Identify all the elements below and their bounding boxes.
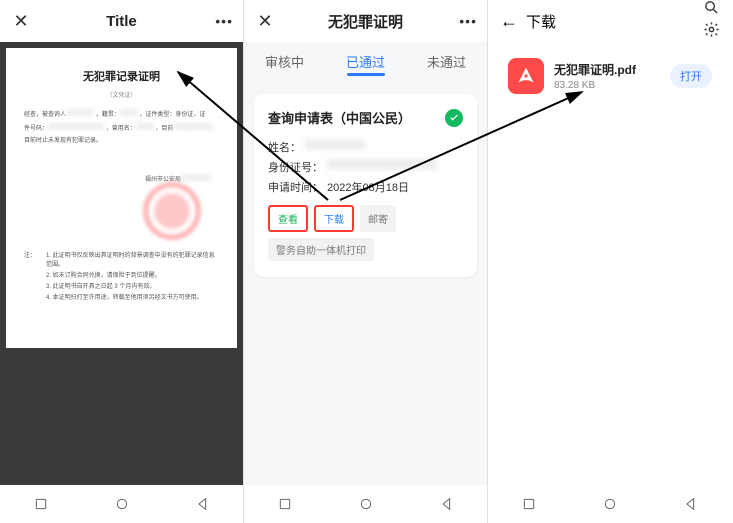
open-button[interactable]: 打开 (670, 64, 712, 88)
file-size: 83.28 KB (554, 80, 660, 91)
nav-back-icon[interactable] (438, 495, 456, 513)
doc-subtitle: （文凭证） (24, 90, 219, 99)
tab-pending[interactable]: 审核中 (244, 42, 325, 80)
phone-document-preview: ✕ Title ••• 无犯罪记录证明 （文凭证） 经查，被查询人 ，籍贯： ，… (0, 0, 244, 523)
download-button[interactable]: 下载 (314, 205, 354, 232)
header: ← 下载 (488, 0, 732, 42)
nav-bar (488, 485, 732, 523)
settings-gear-icon[interactable] (703, 21, 720, 43)
search-icon[interactable] (703, 0, 720, 21)
nav-recent-icon[interactable] (32, 495, 50, 513)
page-title: 无犯罪证明 (276, 11, 455, 32)
nav-recent-icon[interactable] (520, 495, 538, 513)
back-icon[interactable]: ← (500, 11, 518, 32)
nav-recent-icon[interactable] (276, 495, 294, 513)
download-item[interactable]: 无犯罪证明.pdf 83.28 KB 打开 (498, 48, 722, 104)
nav-bar (244, 485, 487, 523)
card-title: 查询申请表（中国公民） (268, 108, 411, 127)
document-page: 无犯罪记录证明 （文凭证） 经查，被查询人 ，籍贯： ，证件类型：身份证，证 件… (6, 48, 237, 348)
nav-back-icon[interactable] (682, 495, 700, 513)
kiosk-print-button[interactable]: 警务自助一体机打印 (268, 238, 374, 261)
check-badge-icon (445, 109, 463, 127)
page-title: Title (32, 13, 211, 30)
more-icon[interactable]: ••• (211, 13, 233, 29)
doc-body-line: 件号码： ，曾用名： ，目前 (24, 123, 219, 134)
field-id: 身份证号： (268, 159, 463, 175)
doc-body-line: 目前时止未发现有犯罪记录。 (24, 137, 219, 146)
header: ✕ 无犯罪证明 ••• (244, 0, 487, 42)
view-button[interactable]: 查看 (268, 205, 308, 232)
nav-bar (0, 485, 243, 523)
application-card: 查询申请表（中国公民） 姓名： 身份证号： 申请时间：2022年08月18日 查… (254, 94, 477, 277)
phone-certificate-app: ✕ 无犯罪证明 ••• 审核中 已通过 未通过 查询申请表（中国公民） 姓名： … (244, 0, 488, 523)
doc-title: 无犯罪记录证明 (24, 68, 219, 84)
nav-home-icon[interactable] (601, 495, 619, 513)
file-name: 无犯罪证明.pdf (554, 61, 660, 78)
status-tabs: 审核中 已通过 未通过 (244, 42, 487, 80)
header: ✕ Title ••• (0, 0, 243, 42)
nav-home-icon[interactable] (357, 495, 375, 513)
close-icon[interactable]: ✕ (10, 11, 32, 32)
doc-body-line: 经查，被查询人 ，籍贯： ，证件类型：身份证，证 (24, 109, 219, 120)
more-icon[interactable]: ••• (455, 13, 477, 29)
official-seal-icon (141, 180, 203, 242)
nav-home-icon[interactable] (113, 495, 131, 513)
tab-approved[interactable]: 已通过 (325, 42, 406, 80)
mail-button[interactable]: 邮寄 (360, 205, 396, 232)
nav-back-icon[interactable] (194, 495, 212, 513)
field-apply-time: 申请时间：2022年08月18日 (268, 179, 463, 195)
phone-downloads: ← 下载 无犯罪证明.pdf 83.28 KB 打开 (488, 0, 732, 523)
document-viewport[interactable]: 无犯罪记录证明 （文凭证） 经查，被查询人 ，籍贯： ，证件类型：身份证，证 件… (0, 42, 243, 523)
pdf-file-icon (508, 58, 544, 94)
close-icon[interactable]: ✕ (254, 11, 276, 32)
field-name: 姓名： (268, 139, 463, 155)
doc-notes: 注：1. 此证明书仅反映出具证明时的背景调查中没有的犯罪记录信息范围。 2. 如… (24, 248, 219, 303)
tab-rejected[interactable]: 未通过 (406, 42, 487, 80)
page-title: 下载 (526, 11, 695, 32)
